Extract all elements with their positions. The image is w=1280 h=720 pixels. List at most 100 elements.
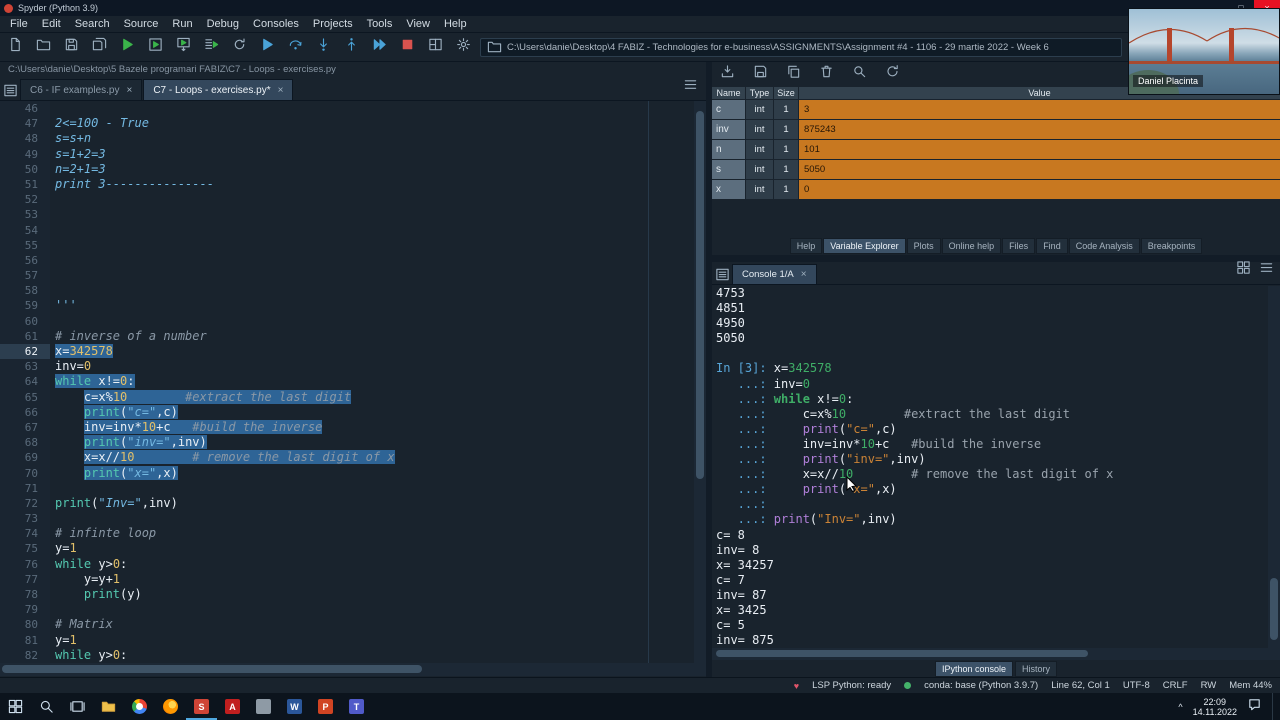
console-tab[interactable]: Console 1/A × [732,264,817,284]
code-text[interactable]: while y>0: [50,648,127,663]
taskbar-file-explorer[interactable] [93,693,124,720]
new-file-button[interactable] [3,35,27,59]
code-text[interactable]: print("Inv=",inv) [50,496,178,511]
taskbar-firefox[interactable] [155,693,186,720]
step-into-button[interactable] [311,35,335,59]
menu-projects[interactable]: Projects [306,16,360,32]
code-text[interactable]: print("x=",x) [50,465,178,481]
taskbar-search[interactable] [31,693,62,720]
console-bottom-tab-history[interactable]: History [1015,661,1058,677]
line-number[interactable]: 62 [0,344,50,360]
tray-expand-icon[interactable]: ^ [1178,702,1182,712]
code-text[interactable]: y=1 [50,633,77,648]
notification-icon[interactable] [1247,697,1262,717]
code-text[interactable]: print("c=",c) [50,404,178,420]
run-selection-button[interactable] [199,35,223,59]
code-text[interactable]: print(y) [50,587,142,602]
stop-execution-button[interactable] [395,35,419,59]
pane-tab-variable-explorer[interactable]: Variable Explorer [823,238,906,254]
menu-consoles[interactable]: Consoles [246,16,306,32]
line-number[interactable]: 64 [0,374,50,390]
editor-tab[interactable]: C6 - IF examples.py × [20,79,143,100]
line-number[interactable]: 66 [0,404,50,420]
console-tab-close-icon[interactable]: × [801,269,807,280]
editor-vertical-scrollbar[interactable] [694,101,706,663]
code-text[interactable]: while y>0: [50,557,127,572]
code-editor[interactable]: 46 47 2<=100 - True 48 s=s+n 49 s=1+2=3 50 n=2+1… [0,101,694,663]
tab-close-icon[interactable]: × [278,85,284,96]
code-text[interactable] [50,511,55,526]
interpreter-status[interactable]: conda: base (Python 3.9.7) [924,680,1038,691]
line-number[interactable]: 52 [0,192,50,208]
code-text[interactable]: x=342578 [50,344,113,359]
ipython-console[interactable]: 4753 4851 4950 5050 In [3]: x=342578 ...: i… [712,286,1266,648]
code-text[interactable]: ''' [50,298,77,313]
line-number[interactable]: 49 [0,146,50,162]
line-number[interactable]: 48 [0,131,50,147]
line-number[interactable]: 72 [0,495,50,512]
scrollbar-thumb[interactable] [696,111,704,479]
code-text[interactable]: # Matrix [50,617,113,632]
debug-file-button[interactable] [255,35,279,59]
menu-view[interactable]: View [399,16,437,32]
variable-row-s[interactable]: s int 1 5050 [712,160,1280,179]
line-number[interactable]: 73 [0,511,50,527]
code-text[interactable]: print 3--------------- [50,177,214,192]
line-number[interactable]: 70 [0,465,50,481]
taskbar-word[interactable]: W [279,693,310,720]
line-number[interactable]: 80 [0,617,50,633]
pane-tab-breakpoints[interactable]: Breakpoints [1140,238,1203,254]
step-return-button[interactable] [339,35,363,59]
line-number[interactable]: 59 [0,298,50,314]
menu-run[interactable]: Run [165,16,199,32]
line-number[interactable]: 75 [0,541,50,557]
code-text[interactable]: n=2+1=3 [50,162,106,177]
line-number[interactable]: 58 [0,283,50,299]
rerun-cell-button[interactable] [227,35,251,59]
browse-tabs-icon[interactable] [0,80,20,100]
console-list-icon[interactable] [712,264,732,284]
taskbar-task-view[interactable] [62,693,93,720]
taskbar-start[interactable] [0,693,31,720]
console-environments-icon[interactable] [1236,260,1251,280]
pane-tab-help[interactable]: Help [789,238,823,254]
run-cell-advance-button[interactable] [171,35,195,59]
code-text[interactable]: y=1 [50,541,77,556]
variable-row-c[interactable]: c int 1 3 [712,100,1280,119]
taskbar-chrome[interactable] [124,693,155,720]
save-all-button[interactable] [87,35,111,59]
code-text[interactable]: inv=0 [50,359,91,374]
line-number[interactable]: 47 [0,116,50,132]
code-text[interactable] [50,207,55,222]
maximize-pane-button[interactable] [423,35,447,59]
open-file-button[interactable] [31,35,55,59]
code-text[interactable]: while x!=0: [50,374,135,389]
variable-row-n[interactable]: n int 1 101 [712,140,1280,159]
code-text[interactable] [50,101,55,116]
line-number[interactable]: 57 [0,268,50,284]
console-horizontal-scrollbar[interactable] [712,648,1280,660]
line-number[interactable]: 77 [0,571,50,587]
line-number[interactable]: 55 [0,237,50,253]
tab-close-icon[interactable]: × [126,85,132,96]
menu-help[interactable]: Help [437,16,474,32]
run-file-button[interactable] [115,35,139,59]
code-text[interactable] [50,238,55,253]
line-number[interactable]: 67 [0,419,50,436]
variable-row-x[interactable]: x int 1 0 [712,180,1280,199]
line-number[interactable]: 63 [0,359,50,375]
menu-edit[interactable]: Edit [35,16,68,32]
line-number[interactable]: 54 [0,222,50,238]
line-number[interactable]: 78 [0,587,50,603]
taskbar-acrobat[interactable]: A [217,693,248,720]
code-text[interactable] [50,253,55,268]
console-vertical-scrollbar[interactable] [1268,286,1280,648]
run-cell-button[interactable] [143,35,167,59]
column-header-size[interactable]: Size [774,87,798,99]
line-number[interactable]: 71 [0,480,50,496]
code-text[interactable] [50,602,55,617]
pane-tab-find[interactable]: Find [1036,238,1068,254]
line-number[interactable]: 50 [0,161,50,177]
menu-source[interactable]: Source [117,16,166,32]
taskbar-spyder[interactable]: S [186,693,217,720]
